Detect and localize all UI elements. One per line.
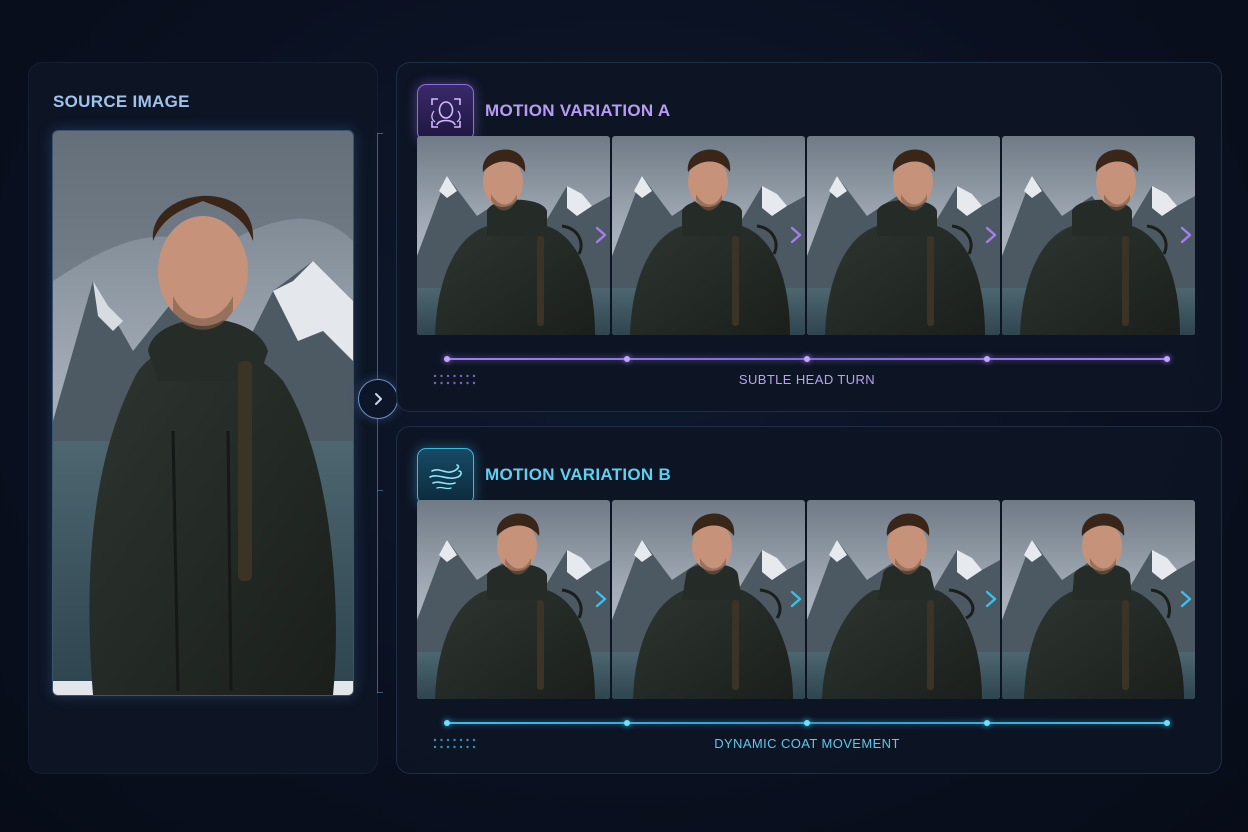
chevron-right-icon	[789, 589, 803, 609]
drag-handle-icon[interactable]	[433, 737, 477, 749]
timeline-keyframe[interactable]	[624, 720, 630, 726]
chevron-right-icon	[789, 225, 803, 245]
motion-frame[interactable]	[612, 500, 805, 699]
drag-handle-icon[interactable]	[433, 373, 477, 385]
variation-a-panel: MOTION VARIATION A SUBTLE HEAD TURN	[396, 62, 1222, 412]
variation-b-caption: DYNAMIC COAT MOVEMENT	[714, 736, 900, 751]
connector-tick-bottom	[377, 692, 383, 693]
timeline-keyframe[interactable]	[984, 720, 990, 726]
motion-frame[interactable]	[417, 136, 610, 335]
source-portrait-image	[53, 131, 353, 695]
variation-b-timeline[interactable]	[444, 720, 1170, 726]
chevron-right-icon	[984, 589, 998, 609]
motion-frame[interactable]	[1002, 136, 1195, 335]
motion-frame[interactable]	[612, 136, 805, 335]
source-photo[interactable]	[52, 130, 354, 696]
variation-a-frames	[417, 136, 1197, 336]
motion-frame[interactable]	[807, 136, 1000, 335]
motion-frame[interactable]	[417, 500, 610, 699]
advance-button[interactable]	[358, 379, 398, 419]
timeline-keyframe[interactable]	[804, 720, 810, 726]
timeline-keyframe[interactable]	[1164, 356, 1170, 362]
chevron-right-icon	[1179, 225, 1193, 245]
chevron-right-icon	[594, 225, 608, 245]
face-tracking-icon[interactable]	[417, 84, 474, 141]
motion-frame[interactable]	[1002, 500, 1195, 699]
timeline-keyframe[interactable]	[444, 356, 450, 362]
source-panel: SOURCE IMAGE	[28, 62, 378, 774]
timeline-keyframe[interactable]	[984, 356, 990, 362]
timeline-keyframe[interactable]	[804, 356, 810, 362]
variation-a-caption: SUBTLE HEAD TURN	[738, 372, 876, 387]
connector-tick-top	[377, 133, 383, 134]
chevron-right-icon	[984, 225, 998, 245]
chevron-right-icon	[1179, 589, 1193, 609]
wind-flow-icon[interactable]	[417, 448, 474, 505]
chevron-right-icon	[375, 393, 382, 405]
connector-tick-mid	[377, 490, 383, 491]
variation-b-panel: MOTION VARIATION B DYNAMIC COAT MOVEMENT	[396, 426, 1222, 774]
timeline-keyframe[interactable]	[1164, 720, 1170, 726]
timeline-keyframe[interactable]	[444, 720, 450, 726]
source-title: SOURCE IMAGE	[53, 92, 190, 111]
variation-b-frames	[417, 500, 1197, 700]
motion-variations-canvas: SOURCE IMAGE MOTION VARIATION A SUBTLE H…	[0, 0, 1248, 832]
variation-a-timeline[interactable]	[444, 356, 1170, 362]
timeline-keyframe[interactable]	[624, 356, 630, 362]
variation-a-title: MOTION VARIATION A	[485, 101, 671, 120]
variation-b-title: MOTION VARIATION B	[485, 465, 672, 484]
motion-frame[interactable]	[807, 500, 1000, 699]
chevron-right-icon	[594, 589, 608, 609]
